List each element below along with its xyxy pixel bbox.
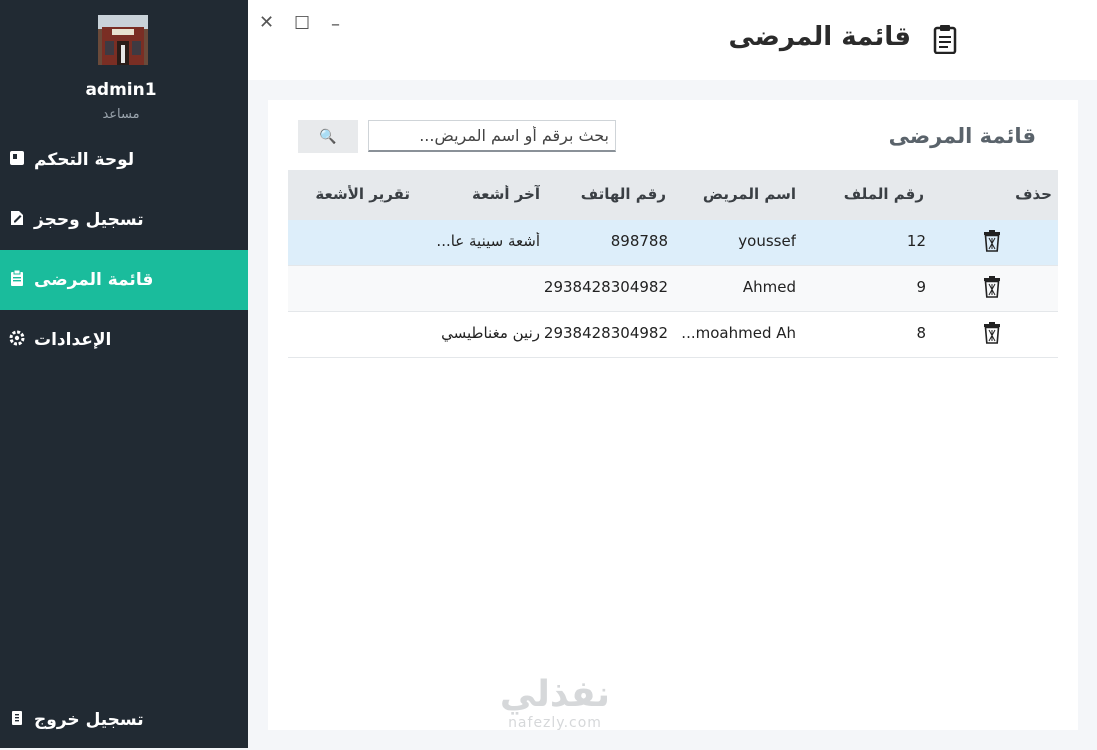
- sidebar-item-label: تسجيل وحجز: [34, 210, 144, 230]
- sidebar-item-settings[interactable]: الإعدادات: [0, 310, 248, 370]
- column-header-patient-name: اسم المريض: [702, 185, 796, 203]
- watermark: نفذلي nafezly.com: [485, 674, 625, 732]
- cell-patient-name: youssef: [738, 232, 796, 250]
- column-header-phone: رقم الهاتف: [580, 185, 666, 203]
- table-header: حذف رقم الملف اسم المريض رقم الهاتف آخر …: [288, 170, 1058, 220]
- cell-last-xray: رنين مغناطيسي: [441, 324, 540, 342]
- maximize-window-button[interactable]: ☐: [294, 13, 310, 34]
- sidebar-item-patients[interactable]: قائمة المرضى: [0, 250, 248, 310]
- column-header-file-number: رقم الملف: [843, 185, 924, 203]
- sidebar: admin1 مساعد لوحة التحكم تسجيل وحجز قائم…: [0, 0, 248, 748]
- search-button[interactable]: 🔍: [298, 120, 358, 153]
- table-row[interactable]: 8 moahmed Ah... 2938428304982 رنين مغناط…: [288, 312, 1058, 358]
- gear-icon: [8, 330, 26, 350]
- card-title: قائمة المرضى: [888, 124, 1036, 148]
- cell-file-number: 8: [916, 324, 926, 342]
- logout-button[interactable]: تسجيل خروج: [0, 690, 248, 750]
- trash-icon[interactable]: [983, 276, 1001, 298]
- column-header-delete: حذف: [1015, 185, 1052, 203]
- avatar: [98, 15, 148, 65]
- sidebar-item-label: لوحة التحكم: [34, 150, 135, 170]
- edit-icon: [8, 210, 26, 230]
- dashboard-icon: [8, 150, 26, 170]
- cell-phone: 2938428304982: [543, 278, 668, 296]
- sidebar-item-label: قائمة المرضى: [34, 270, 154, 290]
- cell-patient-name: Ahmed: [742, 278, 796, 296]
- close-window-button[interactable]: ✕: [259, 12, 274, 33]
- username: admin1: [85, 80, 157, 100]
- trash-icon[interactable]: [983, 322, 1001, 344]
- search-icon: 🔍: [319, 128, 337, 144]
- header-bar: ✕ ☐ – قائمة المرضى: [248, 0, 1097, 80]
- patients-card: قائمة المرضى 🔍 حذف رقم الملف اسم المريض …: [268, 100, 1078, 730]
- trash-icon[interactable]: [983, 230, 1001, 252]
- page-title: قائمة المرضى: [728, 22, 911, 52]
- sidebar-item-registration[interactable]: تسجيل وحجز: [0, 190, 248, 250]
- search-input[interactable]: [368, 120, 616, 152]
- logout-label: تسجيل خروج: [34, 710, 144, 730]
- column-header-last-xray: آخر أشعة: [472, 185, 540, 203]
- cell-phone: 2938428304982: [543, 324, 668, 342]
- cell-last-xray: أشعة سينية عا...: [436, 232, 540, 250]
- user-role: مساعد: [102, 107, 140, 122]
- cell-file-number: 9: [916, 278, 926, 296]
- logout-icon: [8, 710, 26, 730]
- minimize-window-button[interactable]: –: [331, 14, 340, 35]
- clipboard-icon: [8, 269, 26, 290]
- sidebar-item-dashboard[interactable]: لوحة التحكم: [0, 130, 248, 190]
- cell-file-number: 12: [906, 232, 926, 250]
- sidebar-item-label: الإعدادات: [34, 330, 112, 350]
- clipboard-icon: [933, 25, 957, 54]
- watermark-url: nafezly.com: [508, 715, 602, 731]
- watermark-logo-text: نفذلي: [499, 674, 611, 715]
- cell-phone: 898788: [610, 232, 668, 250]
- cell-patient-name: moahmed Ah...: [681, 324, 796, 342]
- column-header-xray-report: تقرير الأشعة: [315, 185, 410, 203]
- table-row[interactable]: 12 youssef 898788 أشعة سينية عا...: [288, 220, 1058, 266]
- table-row[interactable]: 9 Ahmed 2938428304982: [288, 266, 1058, 312]
- patients-table: حذف رقم الملف اسم المريض رقم الهاتف آخر …: [288, 170, 1058, 358]
